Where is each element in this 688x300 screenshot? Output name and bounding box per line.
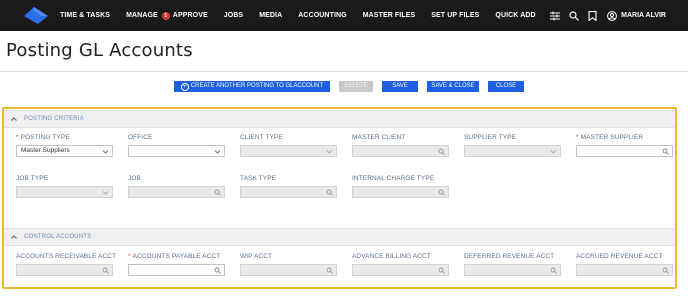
user-icon[interactable] [606, 10, 617, 21]
nav-manage-label: MANAGE [126, 12, 158, 19]
save-close-button[interactable]: SAVE & CLOSE [427, 81, 479, 92]
save-button[interactable]: SAVE [382, 81, 418, 92]
nav-accounting[interactable]: ACCOUNTING [298, 12, 346, 19]
highlight-frame [2, 107, 677, 289]
nav-manage[interactable]: MANAGE [126, 12, 158, 19]
filter-sliders-icon[interactable] [549, 10, 560, 21]
action-toolbar: + CREATE ANOTHER POSTING TO GLACCOUNT DE… [174, 81, 533, 92]
brand-logo[interactable] [24, 6, 48, 25]
bookmark-icon[interactable] [587, 10, 598, 21]
create-button-label: CREATE ANOTHER POSTING TO GLACCOUNT [190, 83, 324, 89]
nav-right-tools: MARIA ALVIR [541, 0, 666, 31]
main-nav: TIME & TASKS MANAGE 1 APPROVE JOBS MEDIA… [60, 0, 552, 31]
nav-set-up-files[interactable]: SET UP FILES [431, 12, 479, 19]
search-icon[interactable] [568, 10, 579, 21]
plus-circle-icon: + [180, 82, 189, 91]
delete-button[interactable]: DELETE [339, 81, 373, 92]
nav-media[interactable]: MEDIA [259, 12, 282, 19]
page-title: Posting GL Accounts [6, 40, 193, 61]
nav-master-files[interactable]: MASTER FILES [363, 12, 416, 19]
nav-quick-add[interactable]: QUICK ADD [495, 12, 535, 19]
nav-time-tasks[interactable]: TIME & TASKS [60, 12, 110, 19]
nav-approve[interactable]: APPROVE [173, 12, 208, 19]
nav-jobs[interactable]: JOBS [224, 12, 243, 19]
close-button[interactable]: CLOSE [488, 81, 524, 92]
top-navigation-bar: TIME & TASKS MANAGE 1 APPROVE JOBS MEDIA… [0, 0, 688, 31]
title-divider [0, 71, 688, 72]
create-another-posting-button[interactable]: + CREATE ANOTHER POSTING TO GLACCOUNT [174, 81, 330, 92]
approve-count-badge: 1 [161, 11, 170, 20]
user-name[interactable]: MARIA ALVIR [621, 12, 666, 19]
